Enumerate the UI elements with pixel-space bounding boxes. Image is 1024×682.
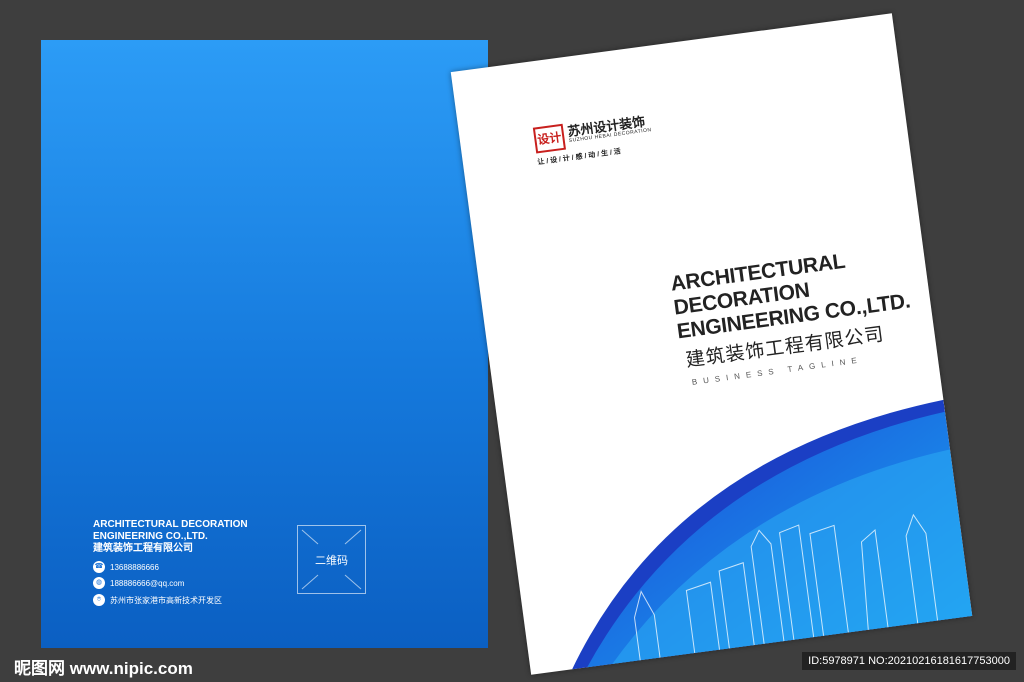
back-title-cn: 建筑装饰工程有限公司 xyxy=(93,543,193,554)
back-cover: ARCHITECTURAL DECORATION ENGINEERING CO.… xyxy=(41,40,488,648)
watermark: 昵图网 www.nipic.com xyxy=(14,659,193,678)
globe-icon: ◍ xyxy=(93,577,105,589)
address-row: ⌾ 苏州市张家港市高新技术开发区 xyxy=(93,594,222,606)
qr-code-placeholder: 二维码 xyxy=(297,525,366,594)
phone-icon: ☎ xyxy=(93,561,105,573)
address-text: 苏州市张家港市高新技术开发区 xyxy=(110,595,222,605)
location-icon: ⌾ xyxy=(93,594,105,606)
back-title-en-2: ENGINEERING CO.,LTD. xyxy=(93,531,208,542)
blue-wave-skyline xyxy=(571,399,973,672)
front-cover: 设计 苏州设计装饰 SUZHOU HEBAI DECORATION 让 / 设 … xyxy=(450,13,973,675)
phone-text: 13688886666 xyxy=(110,562,159,572)
brand-logo: 设计 xyxy=(532,123,567,154)
email-row: ◍ 188886666@qq.com xyxy=(93,577,184,589)
image-id: ID:5978971 NO:20210216181617753000 xyxy=(802,652,1016,670)
phone-row: ☎ 13688886666 xyxy=(93,561,159,573)
qr-corner-lines xyxy=(301,529,362,590)
back-title-en-1: ARCHITECTURAL DECORATION xyxy=(93,519,248,530)
email-text: 188886666@qq.com xyxy=(110,578,185,588)
